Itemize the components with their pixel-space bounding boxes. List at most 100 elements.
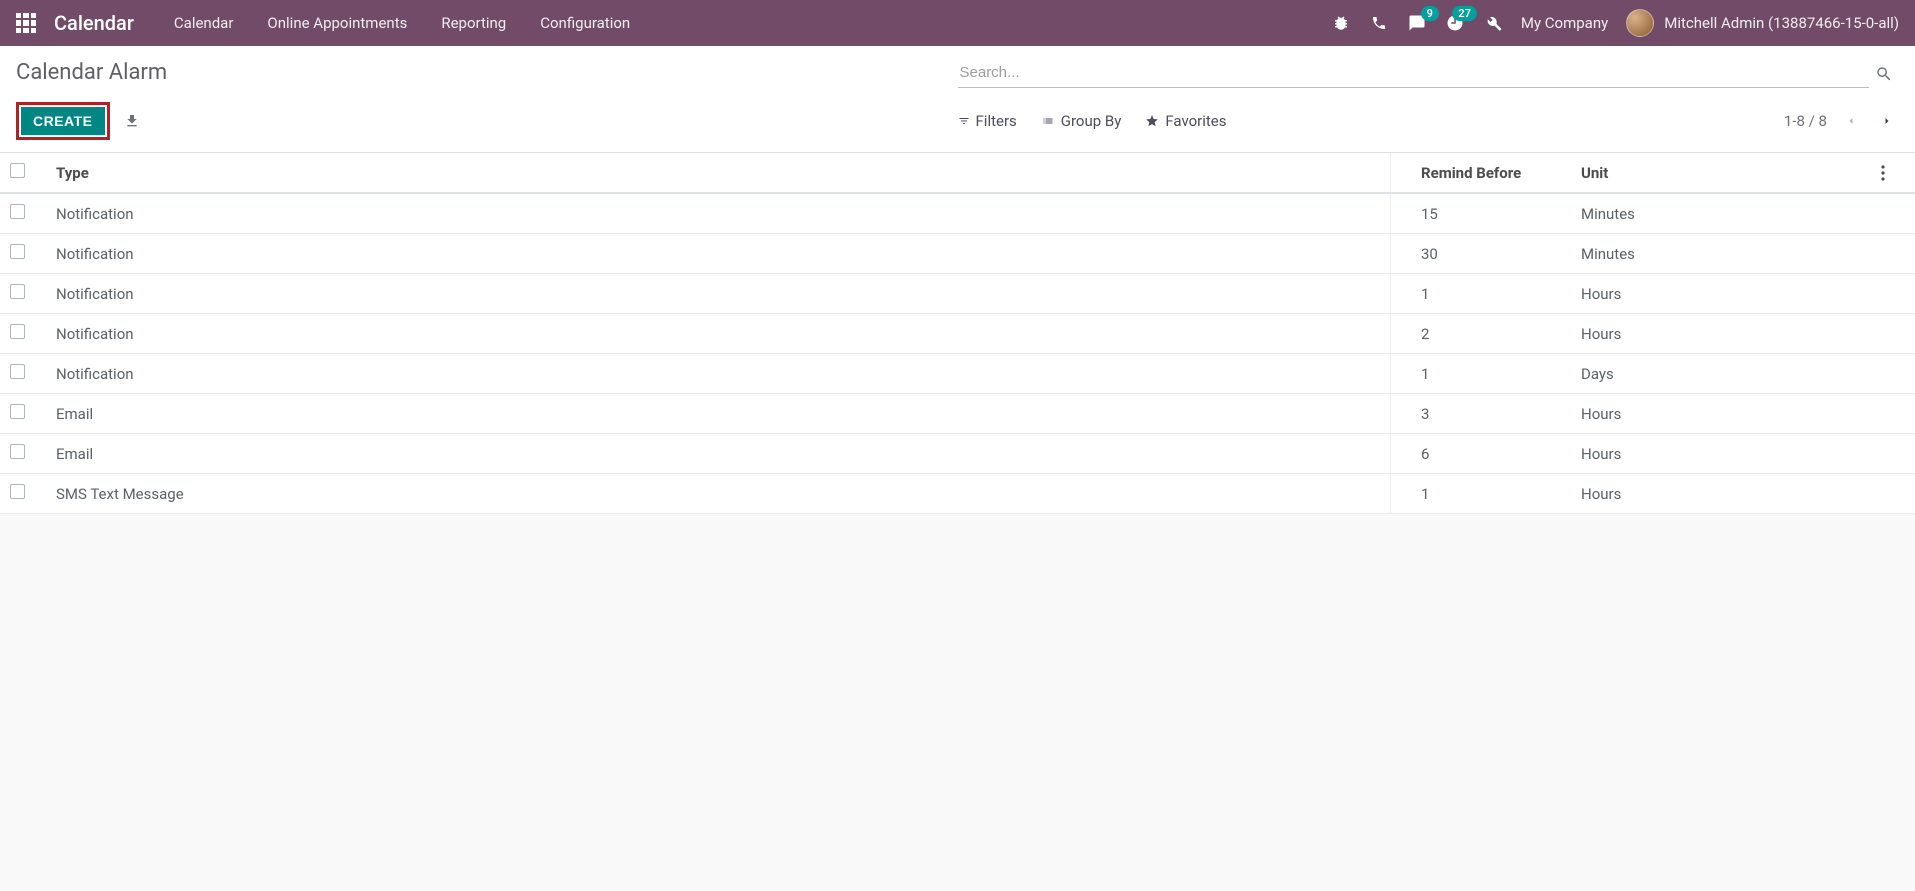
navbar-right: 9 27 My Company Mitchell Admin (13887466… (1331, 9, 1899, 37)
row-checkbox[interactable] (10, 244, 25, 259)
cp-buttons-left: CREATE (16, 102, 958, 140)
cell-type: Notification (46, 274, 1391, 314)
cell-remind-before: 1 (1411, 354, 1571, 394)
star-icon (1145, 114, 1159, 128)
cell-trailing (1871, 354, 1915, 394)
cell-spacer (1391, 274, 1412, 314)
cell-spacer (1391, 193, 1412, 234)
cell-unit: Hours (1571, 474, 1871, 514)
row-checkbox[interactable] (10, 324, 25, 339)
cell-trailing (1871, 394, 1915, 434)
cell-trailing (1871, 434, 1915, 474)
cell-remind-before: 2 (1411, 314, 1571, 354)
apps-icon[interactable] (16, 13, 36, 33)
cell-trailing (1871, 234, 1915, 274)
row-checkbox-cell (0, 193, 46, 234)
table-row[interactable]: Notification 1Days (0, 354, 1915, 394)
main-menu: Calendar Online Appointments Reporting C… (162, 8, 642, 38)
row-checkbox-cell (0, 314, 46, 354)
app-brand[interactable]: Calendar (54, 11, 134, 35)
row-checkbox-cell (0, 474, 46, 514)
row-checkbox[interactable] (10, 404, 25, 419)
table-header-row: Type Remind Before Unit (0, 153, 1915, 193)
filters-button[interactable]: Filters (958, 112, 1017, 130)
export-icon[interactable] (120, 109, 144, 133)
table-row[interactable]: Notification 1Hours (0, 274, 1915, 314)
search-area (958, 60, 1900, 88)
header-type[interactable]: Type (46, 153, 1391, 193)
cell-type: SMS Text Message (46, 474, 1391, 514)
search-input-wrap[interactable] (958, 60, 1870, 88)
pager-text[interactable]: 1-8 / 8 (1784, 112, 1827, 130)
cell-spacer (1391, 234, 1412, 274)
cell-remind-before: 1 (1411, 474, 1571, 514)
create-button[interactable]: CREATE (21, 107, 105, 135)
cell-spacer (1391, 434, 1412, 474)
menu-online-appointments[interactable]: Online Appointments (255, 8, 419, 38)
row-checkbox-cell (0, 354, 46, 394)
table-row[interactable]: Notification 15Minutes (0, 193, 1915, 234)
row-checkbox[interactable] (10, 204, 25, 219)
user-menu[interactable]: Mitchell Admin (13887466-15-0-all) (1626, 9, 1899, 37)
row-checkbox[interactable] (10, 484, 25, 499)
cell-remind-before: 30 (1411, 234, 1571, 274)
cell-spacer (1391, 394, 1412, 434)
search-icon[interactable] (1869, 61, 1899, 87)
cell-type: Email (46, 394, 1391, 434)
header-checkbox-cell (0, 153, 46, 193)
tools-icon[interactable] (1483, 13, 1503, 33)
cell-type: Notification (46, 234, 1391, 274)
select-all-checkbox[interactable] (10, 163, 25, 178)
bug-icon[interactable] (1331, 13, 1351, 33)
row-checkbox[interactable] (10, 364, 25, 379)
messages-icon[interactable]: 9 (1407, 13, 1427, 33)
table-row[interactable]: Notification2Hours (0, 314, 1915, 354)
row-checkbox[interactable] (10, 444, 25, 459)
pager-prev-icon[interactable] (1839, 110, 1863, 132)
phone-icon[interactable] (1369, 13, 1389, 33)
pager: 1-8 / 8 (1784, 110, 1899, 132)
cell-type: Notification (46, 354, 1391, 394)
cell-trailing (1871, 314, 1915, 354)
activities-icon[interactable]: 27 (1445, 13, 1465, 33)
favorites-button[interactable]: Favorites (1145, 112, 1226, 130)
menu-configuration[interactable]: Configuration (528, 8, 642, 38)
groupby-button[interactable]: Group By (1041, 112, 1122, 130)
activities-badge: 27 (1452, 6, 1477, 21)
table-row[interactable]: Email3Hours (0, 394, 1915, 434)
table-row[interactable]: Email6Hours (0, 434, 1915, 474)
avatar (1626, 9, 1654, 37)
cell-unit: Hours (1571, 274, 1871, 314)
header-optional-columns[interactable] (1871, 153, 1915, 193)
filters-label: Filters (976, 112, 1017, 130)
cell-unit: Hours (1571, 394, 1871, 434)
cell-type: Notification (46, 193, 1391, 234)
page-title: Calendar Alarm (16, 60, 958, 88)
cell-remind-before: 1 (1411, 274, 1571, 314)
company-switcher[interactable]: My Company (1521, 14, 1608, 32)
user-name-label: Mitchell Admin (13887466-15-0-all) (1664, 14, 1899, 32)
table-row[interactable]: Notification30Minutes (0, 234, 1915, 274)
cell-unit: Minutes (1571, 193, 1871, 234)
cp-buttons-right: Filters Group By Favorites 1-8 / 8 (958, 102, 1900, 140)
cell-trailing (1871, 474, 1915, 514)
menu-calendar[interactable]: Calendar (162, 8, 246, 38)
search-input[interactable] (960, 64, 1868, 81)
header-remind[interactable]: Remind Before (1411, 153, 1571, 193)
header-unit[interactable]: Unit (1571, 153, 1871, 193)
row-checkbox-cell (0, 394, 46, 434)
funnel-icon (958, 115, 970, 127)
cell-trailing (1871, 193, 1915, 234)
cell-unit: Hours (1571, 434, 1871, 474)
table-row[interactable]: SMS Text Message 1Hours (0, 474, 1915, 514)
cell-trailing (1871, 274, 1915, 314)
cell-spacer (1391, 314, 1412, 354)
row-checkbox-cell (0, 234, 46, 274)
cell-unit: Days (1571, 354, 1871, 394)
kebab-icon (1881, 165, 1885, 181)
pager-next-icon[interactable] (1875, 110, 1899, 132)
menu-reporting[interactable]: Reporting (429, 8, 518, 38)
cell-remind-before: 15 (1411, 193, 1571, 234)
messages-badge: 9 (1421, 6, 1439, 21)
row-checkbox[interactable] (10, 284, 25, 299)
